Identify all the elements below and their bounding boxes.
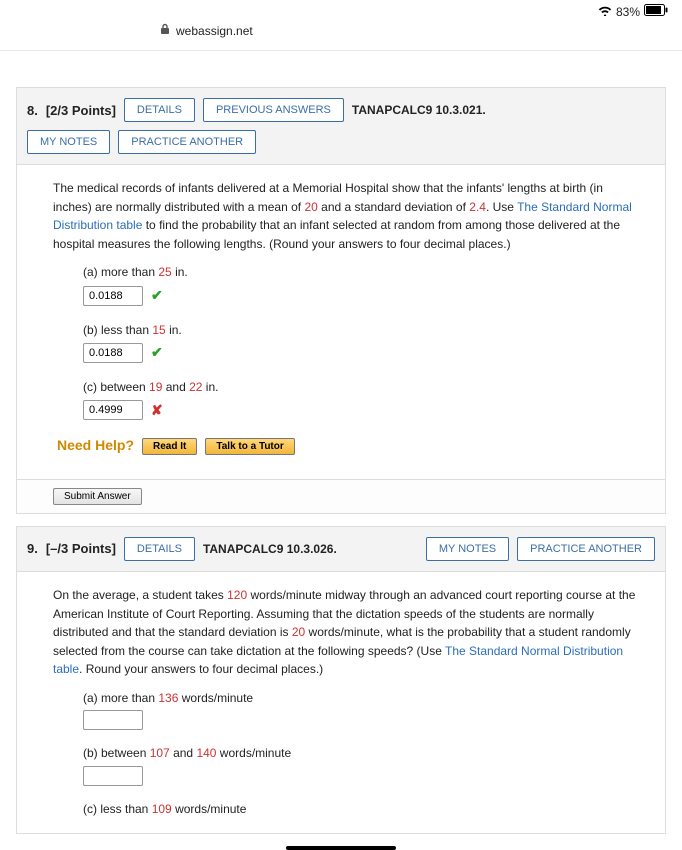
question-8-body: The medical records of infants delivered… xyxy=(17,165,665,479)
read-it-button[interactable]: Read It xyxy=(142,438,197,455)
question-9-header: 9. [–/3 Points] DETAILS TANAPCALC9 10.3.… xyxy=(17,527,665,572)
wifi-icon xyxy=(598,5,612,19)
details-button[interactable]: DETAILS xyxy=(124,98,195,122)
q8-part-b: (b) less than 15 in. ✔ xyxy=(83,321,639,364)
submit-row: Submit Answer xyxy=(17,479,665,513)
question-number: 9. xyxy=(27,541,38,556)
question-8-header: 8. [2/3 Points] DETAILS PREVIOUS ANSWERS… xyxy=(17,88,665,165)
question-9-body: On the average, a student takes 120 word… xyxy=(17,572,665,833)
need-help-label: Need Help? xyxy=(57,435,134,457)
practice-another-button[interactable]: PRACTICE ANOTHER xyxy=(118,130,256,154)
need-help-row: Need Help? Read It Talk to a Tutor xyxy=(53,435,639,457)
q9-part-a: (a) more than 136 words/minute xyxy=(83,689,639,731)
question-number: 8. xyxy=(27,103,38,118)
previous-answers-button[interactable]: PREVIOUS ANSWERS xyxy=(203,98,344,122)
home-indicator xyxy=(286,846,396,850)
lock-icon xyxy=(160,23,170,38)
q9-a-input[interactable] xyxy=(83,710,143,730)
battery-percent: 83% xyxy=(616,5,640,19)
practice-another-button[interactable]: PRACTICE ANOTHER xyxy=(517,537,655,561)
q8-a-input[interactable] xyxy=(83,286,143,306)
cross-icon: ✘ xyxy=(151,400,163,422)
talk-to-tutor-button[interactable]: Talk to a Tutor xyxy=(205,438,294,455)
check-icon: ✔ xyxy=(151,342,163,364)
question-ref: TANAPCALC9 10.3.021. xyxy=(352,103,486,117)
question-9-card: 9. [–/3 Points] DETAILS TANAPCALC9 10.3.… xyxy=(16,526,666,834)
question-8-text: The medical records of infants delivered… xyxy=(53,179,639,253)
question-points: [–/3 Points] xyxy=(46,541,116,556)
my-notes-button[interactable]: MY NOTES xyxy=(426,537,509,561)
details-button[interactable]: DETAILS xyxy=(124,537,195,561)
q8-c-input[interactable] xyxy=(83,400,143,420)
q8-b-input[interactable] xyxy=(83,343,143,363)
battery-icon xyxy=(644,4,668,19)
question-8-card: 8. [2/3 Points] DETAILS PREVIOUS ANSWERS… xyxy=(16,87,666,514)
question-points: [2/3 Points] xyxy=(46,103,116,118)
my-notes-button[interactable]: MY NOTES xyxy=(27,130,110,154)
q8-part-c: (c) between 19 and 22 in. ✘ xyxy=(83,378,639,421)
url-text: webassign.net xyxy=(176,24,253,38)
q9-part-c: (c) less than 109 words/minute xyxy=(83,800,639,819)
q9-b-input[interactable] xyxy=(83,766,143,786)
address-bar[interactable]: webassign.net xyxy=(0,19,682,51)
check-icon: ✔ xyxy=(151,285,163,307)
question-9-text: On the average, a student takes 120 word… xyxy=(53,586,639,679)
status-bar: 83% xyxy=(0,0,682,19)
q8-part-a: (a) more than 25 in. ✔ xyxy=(83,263,639,306)
q9-part-b: (b) between 107 and 140 words/minute xyxy=(83,744,639,786)
submit-answer-button[interactable]: Submit Answer xyxy=(53,488,142,505)
question-ref: TANAPCALC9 10.3.026. xyxy=(203,542,337,556)
